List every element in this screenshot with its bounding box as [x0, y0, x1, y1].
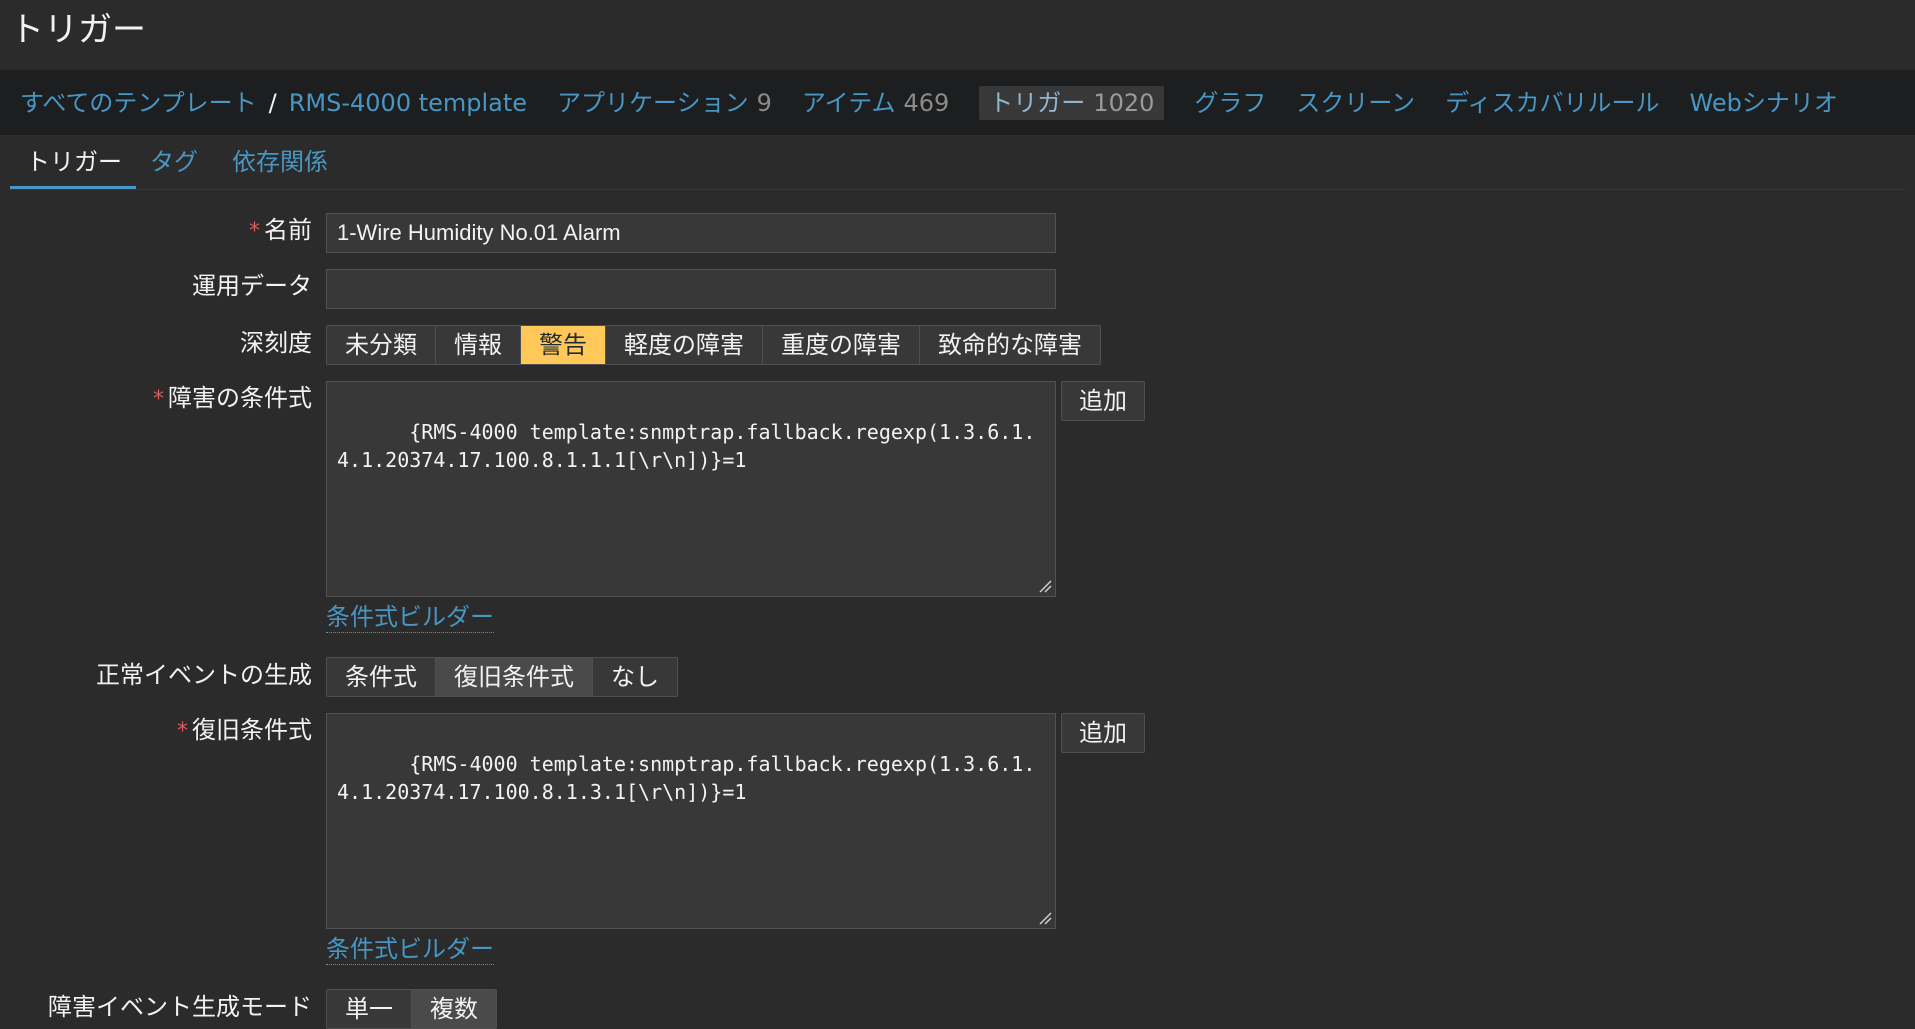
breadcrumb-template[interactable]: RMS-4000 template: [289, 86, 527, 120]
problem-mode-label: 障害イベント生成モード: [48, 993, 312, 1021]
problem-expression-textarea[interactable]: {RMS-4000 template:snmptrap.fallback.reg…: [326, 381, 1056, 597]
problem-mode-option-single[interactable]: 単一: [327, 990, 412, 1028]
severity-selector: 未分類 情報 警告 軽度の障害 重度の障害 致命的な障害: [326, 325, 1101, 365]
name-label: * 名前: [249, 216, 312, 244]
severity-option-warning[interactable]: 警告: [521, 326, 606, 364]
required-mark: *: [249, 219, 260, 244]
recovery-expression-label: * 復旧条件式: [177, 716, 312, 744]
problem-mode-option-multiple[interactable]: 複数: [412, 990, 496, 1028]
nav-triggers-count: 1020: [1093, 88, 1155, 117]
problem-expression-label: * 障害の条件式: [153, 384, 312, 412]
name-input[interactable]: 1-Wire Humidity No.01 Alarm: [326, 213, 1056, 253]
required-mark: *: [153, 387, 164, 412]
nav-applications[interactable]: アプリケーション 9: [557, 86, 772, 120]
ok-event-selector: 条件式 復旧条件式 なし: [326, 657, 678, 697]
content-area: トリガー タグ 依存関係 * 名前 1-Wire Humidity No.01 A…: [10, 135, 1915, 1029]
trigger-form: * 名前 1-Wire Humidity No.01 Alarm 運用データ 深刻…: [10, 135, 1905, 1029]
severity-option-disaster[interactable]: 致命的な障害: [920, 326, 1100, 364]
nav-screens[interactable]: スクリーン: [1296, 86, 1415, 120]
nav-web[interactable]: Webシナリオ: [1690, 86, 1838, 120]
nav-graphs[interactable]: グラフ: [1194, 86, 1266, 120]
recovery-expression-builder-link[interactable]: 条件式ビルダー: [326, 934, 494, 965]
breadcrumb-all-templates[interactable]: すべてのテンプレート: [20, 86, 257, 120]
nav-applications-label: アプリケーション: [557, 88, 749, 117]
severity-option-not-classified[interactable]: 未分類: [327, 326, 436, 364]
nav-applications-count: 9: [756, 88, 772, 117]
recovery-expression-textarea[interactable]: {RMS-4000 template:snmptrap.fallback.reg…: [326, 713, 1056, 929]
nav-items-label: アイテム: [801, 88, 896, 117]
problem-expression-builder-link[interactable]: 条件式ビルダー: [326, 602, 494, 633]
breadcrumb-separator: /: [268, 88, 277, 117]
resize-grip-icon[interactable]: [1038, 579, 1052, 593]
required-mark: *: [177, 719, 188, 744]
navbar: すべてのテンプレート / RMS-4000 template アプリケーション …: [0, 70, 1915, 135]
ok-event-option-none[interactable]: なし: [593, 658, 677, 696]
nav-triggers[interactable]: トリガー 1020: [979, 85, 1165, 120]
page-header: トリガー: [0, 0, 1915, 70]
problem-expression-text: {RMS-4000 template:snmptrap.fallback.reg…: [337, 420, 1036, 472]
nav-triggers-label: トリガー: [989, 88, 1086, 117]
add-recovery-expression-button[interactable]: 追加: [1061, 713, 1145, 753]
nav-discovery[interactable]: ディスカバリルール: [1445, 86, 1659, 120]
severity-option-high[interactable]: 重度の障害: [763, 326, 920, 364]
ok-event-label: 正常イベントの生成: [96, 661, 312, 689]
add-problem-expression-button[interactable]: 追加: [1061, 381, 1145, 421]
opdata-label: 運用データ: [192, 272, 312, 300]
page-title: トリガー: [10, 10, 146, 50]
ok-event-option-expression[interactable]: 条件式: [327, 658, 436, 696]
severity-option-average[interactable]: 軽度の障害: [606, 326, 763, 364]
severity-option-information[interactable]: 情報: [436, 326, 521, 364]
ok-event-option-recovery-expression[interactable]: 復旧条件式: [436, 658, 593, 696]
resize-grip-icon[interactable]: [1038, 911, 1052, 925]
opdata-input[interactable]: [326, 269, 1056, 309]
severity-label: 深刻度: [240, 329, 312, 357]
recovery-expression-text: {RMS-4000 template:snmptrap.fallback.reg…: [337, 752, 1036, 804]
problem-mode-selector: 単一 複数: [326, 989, 497, 1029]
nav-items-count: 469: [903, 88, 950, 117]
nav-items[interactable]: アイテム 469: [802, 86, 949, 120]
